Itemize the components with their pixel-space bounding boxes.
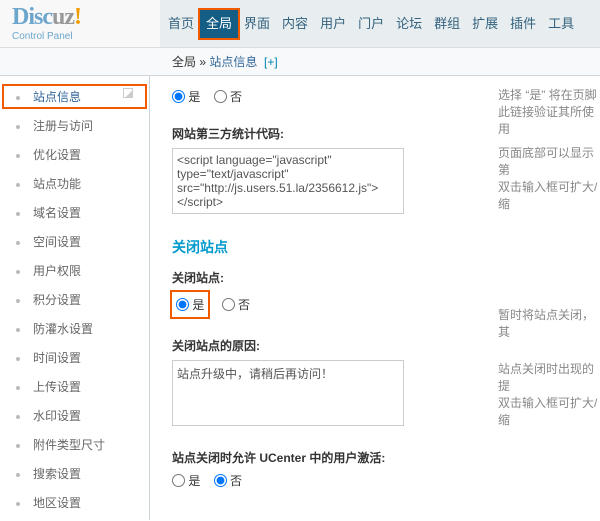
top-nav: 首页全局界面内容用户门户论坛群组扩展插件工具 bbox=[160, 0, 600, 47]
ucenter-activate-yes[interactable] bbox=[172, 474, 185, 487]
main-content: 是 否 选择 “是” 将在页脚 此链接验证其所使用 网站第三方统计代码: 页面底… bbox=[150, 76, 600, 520]
close-reason-tip: 站点关闭时出现的提 双击输入框可扩大/缩 bbox=[498, 360, 600, 428]
sidebar-item-13[interactable]: 搜索设置 bbox=[0, 459, 149, 488]
close-site-tip: 暂时将站点关闭，其 bbox=[498, 306, 600, 340]
close-site-no[interactable] bbox=[222, 298, 235, 311]
sidebar-item-12[interactable]: 附件类型尺寸 bbox=[0, 430, 149, 459]
topnav-门户[interactable]: 门户 bbox=[352, 10, 390, 38]
sidebar-item-4[interactable]: 域名设置 bbox=[0, 198, 149, 227]
close-site-section-title: 关闭站点 bbox=[172, 237, 600, 257]
topnav-内容[interactable]: 内容 bbox=[276, 10, 314, 38]
footer-link-yes[interactable] bbox=[172, 90, 185, 103]
topnav-工具[interactable]: 工具 bbox=[542, 10, 580, 38]
footer-link-no[interactable] bbox=[214, 90, 227, 103]
topnav-界面[interactable]: 界面 bbox=[238, 10, 276, 38]
sidebar-item-0[interactable]: 站点信息 bbox=[0, 82, 149, 111]
close-site-label: 关闭站点: bbox=[172, 269, 600, 286]
sidebar-item-10[interactable]: 上传设置 bbox=[0, 372, 149, 401]
sidebar-item-14[interactable]: 地区设置 bbox=[0, 488, 149, 517]
ucenter-activate-no[interactable] bbox=[214, 474, 227, 487]
sidebar-item-7[interactable]: 积分设置 bbox=[0, 285, 149, 314]
topnav-用户[interactable]: 用户 bbox=[314, 10, 352, 38]
breadcrumb: 全局 » 站点信息 [+] bbox=[0, 48, 600, 76]
sidebar-item-9[interactable]: 时间设置 bbox=[0, 343, 149, 372]
topnav-插件[interactable]: 插件 bbox=[504, 10, 542, 38]
close-reason-input[interactable] bbox=[172, 360, 404, 426]
sidebar-item-1[interactable]: 注册与访问 bbox=[0, 111, 149, 140]
stat-code-tip: 页面底部可以显示第 双击输入框可扩大/缩 bbox=[498, 144, 600, 212]
sidebar-item-8[interactable]: 防灌水设置 bbox=[0, 314, 149, 343]
sidebar-item-11[interactable]: 水印设置 bbox=[0, 401, 149, 430]
breadcrumb-current[interactable]: 站点信息 bbox=[209, 55, 257, 69]
sidebar: 站点信息注册与访问优化设置站点功能域名设置空间设置用户权限积分设置防灌水设置时间… bbox=[0, 76, 150, 520]
sidebar-item-2[interactable]: 优化设置 bbox=[0, 140, 149, 169]
sidebar-item-15[interactable]: 排行榜设置 bbox=[0, 517, 149, 520]
external-icon[interactable] bbox=[123, 88, 133, 98]
breadcrumb-add[interactable]: [+] bbox=[264, 55, 278, 69]
topnav-群组[interactable]: 群组 bbox=[428, 10, 466, 38]
footer-link-tip: 选择 “是” 将在页脚 此链接验证其所使用 bbox=[498, 86, 600, 137]
stat-code-input[interactable] bbox=[172, 148, 404, 214]
close-site-yes[interactable] bbox=[176, 298, 189, 311]
topnav-论坛[interactable]: 论坛 bbox=[390, 10, 428, 38]
sidebar-item-3[interactable]: 站点功能 bbox=[0, 169, 149, 198]
topnav-全局[interactable]: 全局 bbox=[200, 10, 238, 38]
topnav-首页[interactable]: 首页 bbox=[162, 10, 200, 38]
topnav-扩展[interactable]: 扩展 bbox=[466, 10, 504, 38]
sidebar-item-5[interactable]: 空间设置 bbox=[0, 227, 149, 256]
logo: Discuz! Control Panel bbox=[0, 0, 160, 47]
sidebar-item-6[interactable]: 用户权限 bbox=[0, 256, 149, 285]
ucenter-activate-label: 站点关闭时允许 UCenter 中的用户激活: bbox=[172, 449, 600, 466]
